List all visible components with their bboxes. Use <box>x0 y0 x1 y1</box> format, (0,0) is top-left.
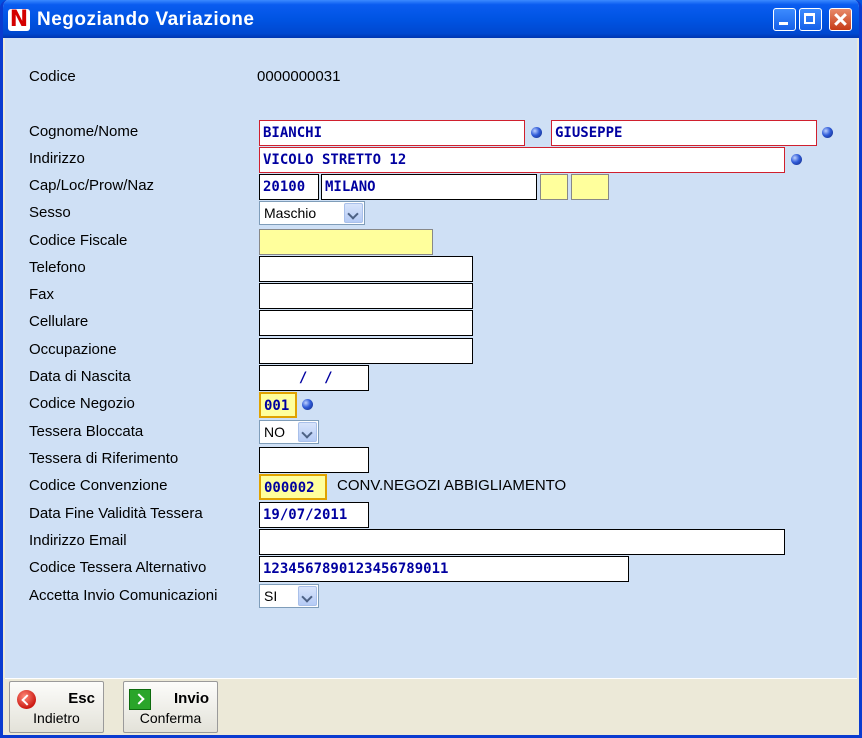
label-codice-fiscale: Codice Fiscale <box>29 232 128 249</box>
localita-field[interactable]: MILANO <box>321 174 537 200</box>
label-indirizzo: Indirizzo <box>29 150 85 167</box>
form-panel: Codice 0000000031 Cognome/Nome BIANCHI G… <box>5 38 857 678</box>
maximize-icon[interactable] <box>799 8 822 31</box>
label-codice: Codice <box>29 68 76 85</box>
email-field[interactable] <box>259 529 785 555</box>
chevron-down-icon[interactable] <box>344 203 363 223</box>
data-nascita-field[interactable]: / / <box>259 365 369 391</box>
enter-icon <box>129 689 151 710</box>
label-data-nascita: Data di Nascita <box>29 368 131 385</box>
codice-fiscale-field[interactable] <box>259 229 433 255</box>
label-accetta-comunicazioni: Accetta Invio Comunicazioni <box>29 587 218 604</box>
occupazione-field[interactable] <box>259 338 473 364</box>
sesso-value: Maschio <box>264 205 317 221</box>
accetta-comunicazioni-value: SI <box>264 588 278 604</box>
tessera-riferimento-field[interactable] <box>259 447 369 473</box>
cap-field[interactable]: 20100 <box>259 174 319 200</box>
nazione-field[interactable] <box>571 174 609 200</box>
data-fine-validita-field[interactable]: 19/07/2011 <box>259 502 369 528</box>
label-fax: Fax <box>29 286 55 303</box>
nome-field[interactable]: GIUSEPPE <box>551 120 817 146</box>
label-tessera-riferimento: Tessera di Riferimento <box>29 450 179 467</box>
tessera-bloccata-select[interactable]: NO <box>259 420 319 444</box>
tessera-bloccata-value: NO <box>264 424 285 440</box>
convenzione-description: CONV.NEGOZI ABBIGLIAMENTO <box>337 477 567 494</box>
cellulare-field[interactable] <box>259 310 473 336</box>
app-logo-icon: N <box>8 7 30 32</box>
label-cellulare: Cellulare <box>29 313 89 330</box>
back-arrow-icon <box>17 690 36 709</box>
chevron-down-icon[interactable] <box>298 422 317 442</box>
confirm-button-label: Conferma <box>139 710 202 726</box>
lookup-indirizzo-icon[interactable] <box>791 154 802 165</box>
window-title: Negoziando Variazione <box>37 9 255 30</box>
fax-field[interactable] <box>259 283 473 309</box>
window: N Negoziando Variazione Codice 000000003… <box>0 0 862 738</box>
label-telefono: Telefono <box>29 259 86 276</box>
label-occupazione: Occupazione <box>29 341 117 358</box>
codice-negozio-field[interactable]: 001 <box>259 392 297 418</box>
label-email: Indirizzo Email <box>29 532 127 549</box>
indirizzo-field[interactable]: VICOLO STRETTO 12 <box>259 147 785 173</box>
tessera-alternativa-field[interactable]: 1234567890123456789011 <box>259 556 629 582</box>
label-tessera-alternativa: Codice Tessera Alternativo <box>29 559 207 576</box>
telefono-field[interactable] <box>259 256 473 282</box>
label-codice-convenzione: Codice Convenzione <box>29 477 168 494</box>
provincia-field[interactable] <box>540 174 568 200</box>
label-codice-negozio: Codice Negozio <box>29 395 135 412</box>
label-sesso: Sesso <box>29 204 71 221</box>
label-data-fine-validita: Data Fine Validità Tessera <box>29 505 203 522</box>
back-button[interactable]: Esc Indietro <box>9 681 104 733</box>
back-key-label: Esc <box>68 690 95 707</box>
close-icon[interactable] <box>829 8 852 31</box>
minimize-icon[interactable] <box>773 8 796 31</box>
confirm-button[interactable]: Invio Conferma <box>123 681 218 733</box>
confirm-key-label: Invio <box>173 690 209 707</box>
label-cap-loc: Cap/Loc/Prow/Naz <box>29 177 155 194</box>
lookup-negozio-icon[interactable] <box>302 399 313 410</box>
codice-value: 0000000031 <box>257 68 341 85</box>
label-cognome-nome: Cognome/Nome <box>29 123 139 140</box>
cognome-field[interactable]: BIANCHI <box>259 120 525 146</box>
back-button-label: Indietro <box>33 710 80 726</box>
label-tessera-bloccata: Tessera Bloccata <box>29 423 144 440</box>
bottom-toolbar: Esc Indietro Invio Conferma <box>5 678 857 735</box>
accetta-comunicazioni-select[interactable]: SI <box>259 584 319 608</box>
sesso-select[interactable]: Maschio <box>259 201 365 225</box>
lookup-cognome-icon[interactable] <box>531 127 542 138</box>
lookup-nome-icon[interactable] <box>822 127 833 138</box>
codice-convenzione-field[interactable]: 000002 <box>259 474 327 500</box>
chevron-down-icon[interactable] <box>298 586 317 606</box>
title-bar[interactable]: N Negoziando Variazione <box>3 0 859 38</box>
